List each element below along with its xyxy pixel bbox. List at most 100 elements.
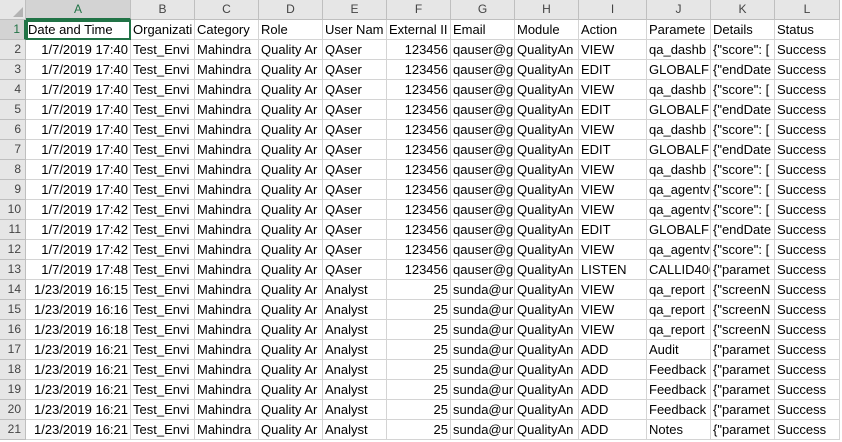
- cell-c2[interactable]: Mahindra: [195, 40, 259, 60]
- cell-l3[interactable]: Success: [775, 60, 840, 80]
- cell-f1[interactable]: External II: [387, 20, 451, 40]
- cell-i10[interactable]: VIEW: [579, 200, 647, 220]
- cell-l21[interactable]: Success: [775, 420, 840, 440]
- cell-j8[interactable]: qa_dashb: [647, 160, 711, 180]
- cell-g15[interactable]: sunda@ur: [451, 300, 515, 320]
- cell-l20[interactable]: Success: [775, 400, 840, 420]
- column-header-d[interactable]: D: [259, 0, 323, 20]
- cell-i7[interactable]: EDIT: [579, 140, 647, 160]
- cell-i2[interactable]: VIEW: [579, 40, 647, 60]
- cell-l19[interactable]: Success: [775, 380, 840, 400]
- cell-b5[interactable]: Test_Envi: [131, 100, 195, 120]
- cell-e7[interactable]: QAser: [323, 140, 387, 160]
- cell-b11[interactable]: Test_Envi: [131, 220, 195, 240]
- cell-j19[interactable]: Feedback: [647, 380, 711, 400]
- cell-i6[interactable]: VIEW: [579, 120, 647, 140]
- cell-a2[interactable]: 1/7/2019 17:40: [26, 40, 131, 60]
- cell-j16[interactable]: qa_report: [647, 320, 711, 340]
- cell-c13[interactable]: Mahindra: [195, 260, 259, 280]
- cell-e21[interactable]: Analyst: [323, 420, 387, 440]
- cell-j4[interactable]: qa_dashb: [647, 80, 711, 100]
- cell-f15[interactable]: 25: [387, 300, 451, 320]
- spreadsheet-grid[interactable]: A B C D E F G H I J K L 1 Date and Time Organizati Cate…: [0, 0, 842, 442]
- cell-b8[interactable]: Test_Envi: [131, 160, 195, 180]
- cell-c14[interactable]: Mahindra: [195, 280, 259, 300]
- cell-j12[interactable]: qa_agentv: [647, 240, 711, 260]
- cell-g19[interactable]: sunda@ur: [451, 380, 515, 400]
- cell-i20[interactable]: ADD: [579, 400, 647, 420]
- cell-h1[interactable]: Module: [515, 20, 579, 40]
- cell-l14[interactable]: Success: [775, 280, 840, 300]
- cell-h19[interactable]: QualityAn: [515, 380, 579, 400]
- cell-h7[interactable]: QualityAn: [515, 140, 579, 160]
- cell-a15[interactable]: 1/23/2019 16:16: [26, 300, 131, 320]
- cell-c15[interactable]: Mahindra: [195, 300, 259, 320]
- row-header-6[interactable]: 6: [0, 120, 26, 140]
- row-header-14[interactable]: 14: [0, 280, 26, 300]
- cell-k8[interactable]: {"score": [: [711, 160, 775, 180]
- cell-f4[interactable]: 123456: [387, 80, 451, 100]
- cell-b18[interactable]: Test_Envi: [131, 360, 195, 380]
- cell-k16[interactable]: {"screenN: [711, 320, 775, 340]
- cell-g4[interactable]: qauser@g: [451, 80, 515, 100]
- cell-a20[interactable]: 1/23/2019 16:21: [26, 400, 131, 420]
- cell-k1[interactable]: Details: [711, 20, 775, 40]
- cell-a8[interactable]: 1/7/2019 17:40: [26, 160, 131, 180]
- cell-f20[interactable]: 25: [387, 400, 451, 420]
- row-header-19[interactable]: 19: [0, 380, 26, 400]
- cell-h15[interactable]: QualityAn: [515, 300, 579, 320]
- cell-a1[interactable]: Date and Time: [26, 20, 131, 40]
- cell-i13[interactable]: LISTEN: [579, 260, 647, 280]
- cell-k12[interactable]: {"score": [: [711, 240, 775, 260]
- cell-h17[interactable]: QualityAn: [515, 340, 579, 360]
- cell-a21[interactable]: 1/23/2019 16:21: [26, 420, 131, 440]
- cell-k20[interactable]: {"paramet: [711, 400, 775, 420]
- cell-b13[interactable]: Test_Envi: [131, 260, 195, 280]
- cell-d10[interactable]: Quality Ar: [259, 200, 323, 220]
- cell-b3[interactable]: Test_Envi: [131, 60, 195, 80]
- cell-j3[interactable]: GLOBALFII: [647, 60, 711, 80]
- row-header-2[interactable]: 2: [0, 40, 26, 60]
- cell-f13[interactable]: 123456: [387, 260, 451, 280]
- cell-d21[interactable]: Quality Ar: [259, 420, 323, 440]
- cell-a6[interactable]: 1/7/2019 17:40: [26, 120, 131, 140]
- cell-j13[interactable]: CALLID400: [647, 260, 711, 280]
- cell-e1[interactable]: User Nam: [323, 20, 387, 40]
- cell-f21[interactable]: 25: [387, 420, 451, 440]
- cell-h16[interactable]: QualityAn: [515, 320, 579, 340]
- cell-a10[interactable]: 1/7/2019 17:42: [26, 200, 131, 220]
- cell-c10[interactable]: Mahindra: [195, 200, 259, 220]
- cell-g5[interactable]: qauser@g: [451, 100, 515, 120]
- cell-f9[interactable]: 123456: [387, 180, 451, 200]
- column-header-j[interactable]: J: [647, 0, 711, 20]
- cell-d8[interactable]: Quality Ar: [259, 160, 323, 180]
- cell-b6[interactable]: Test_Envi: [131, 120, 195, 140]
- cell-g18[interactable]: sunda@ur: [451, 360, 515, 380]
- cell-b20[interactable]: Test_Envi: [131, 400, 195, 420]
- cell-a7[interactable]: 1/7/2019 17:40: [26, 140, 131, 160]
- row-header-5[interactable]: 5: [0, 100, 26, 120]
- cell-e3[interactable]: QAser: [323, 60, 387, 80]
- column-header-a[interactable]: A: [26, 0, 131, 20]
- cell-d1[interactable]: Role: [259, 20, 323, 40]
- row-header-8[interactable]: 8: [0, 160, 26, 180]
- cell-a16[interactable]: 1/23/2019 16:18: [26, 320, 131, 340]
- cell-j5[interactable]: GLOBALFII: [647, 100, 711, 120]
- cell-c21[interactable]: Mahindra: [195, 420, 259, 440]
- cell-h13[interactable]: QualityAn: [515, 260, 579, 280]
- cell-g17[interactable]: sunda@ur: [451, 340, 515, 360]
- cell-b15[interactable]: Test_Envi: [131, 300, 195, 320]
- cell-l16[interactable]: Success: [775, 320, 840, 340]
- cell-b16[interactable]: Test_Envi: [131, 320, 195, 340]
- cell-c5[interactable]: Mahindra: [195, 100, 259, 120]
- cell-j1[interactable]: Paramete: [647, 20, 711, 40]
- row-header-1[interactable]: 1: [0, 20, 26, 40]
- cell-h9[interactable]: QualityAn: [515, 180, 579, 200]
- cell-a19[interactable]: 1/23/2019 16:21: [26, 380, 131, 400]
- column-header-b[interactable]: B: [131, 0, 195, 20]
- cell-d17[interactable]: Quality Ar: [259, 340, 323, 360]
- cell-e19[interactable]: Analyst: [323, 380, 387, 400]
- cell-j15[interactable]: qa_report: [647, 300, 711, 320]
- cell-f8[interactable]: 123456: [387, 160, 451, 180]
- cell-b14[interactable]: Test_Envi: [131, 280, 195, 300]
